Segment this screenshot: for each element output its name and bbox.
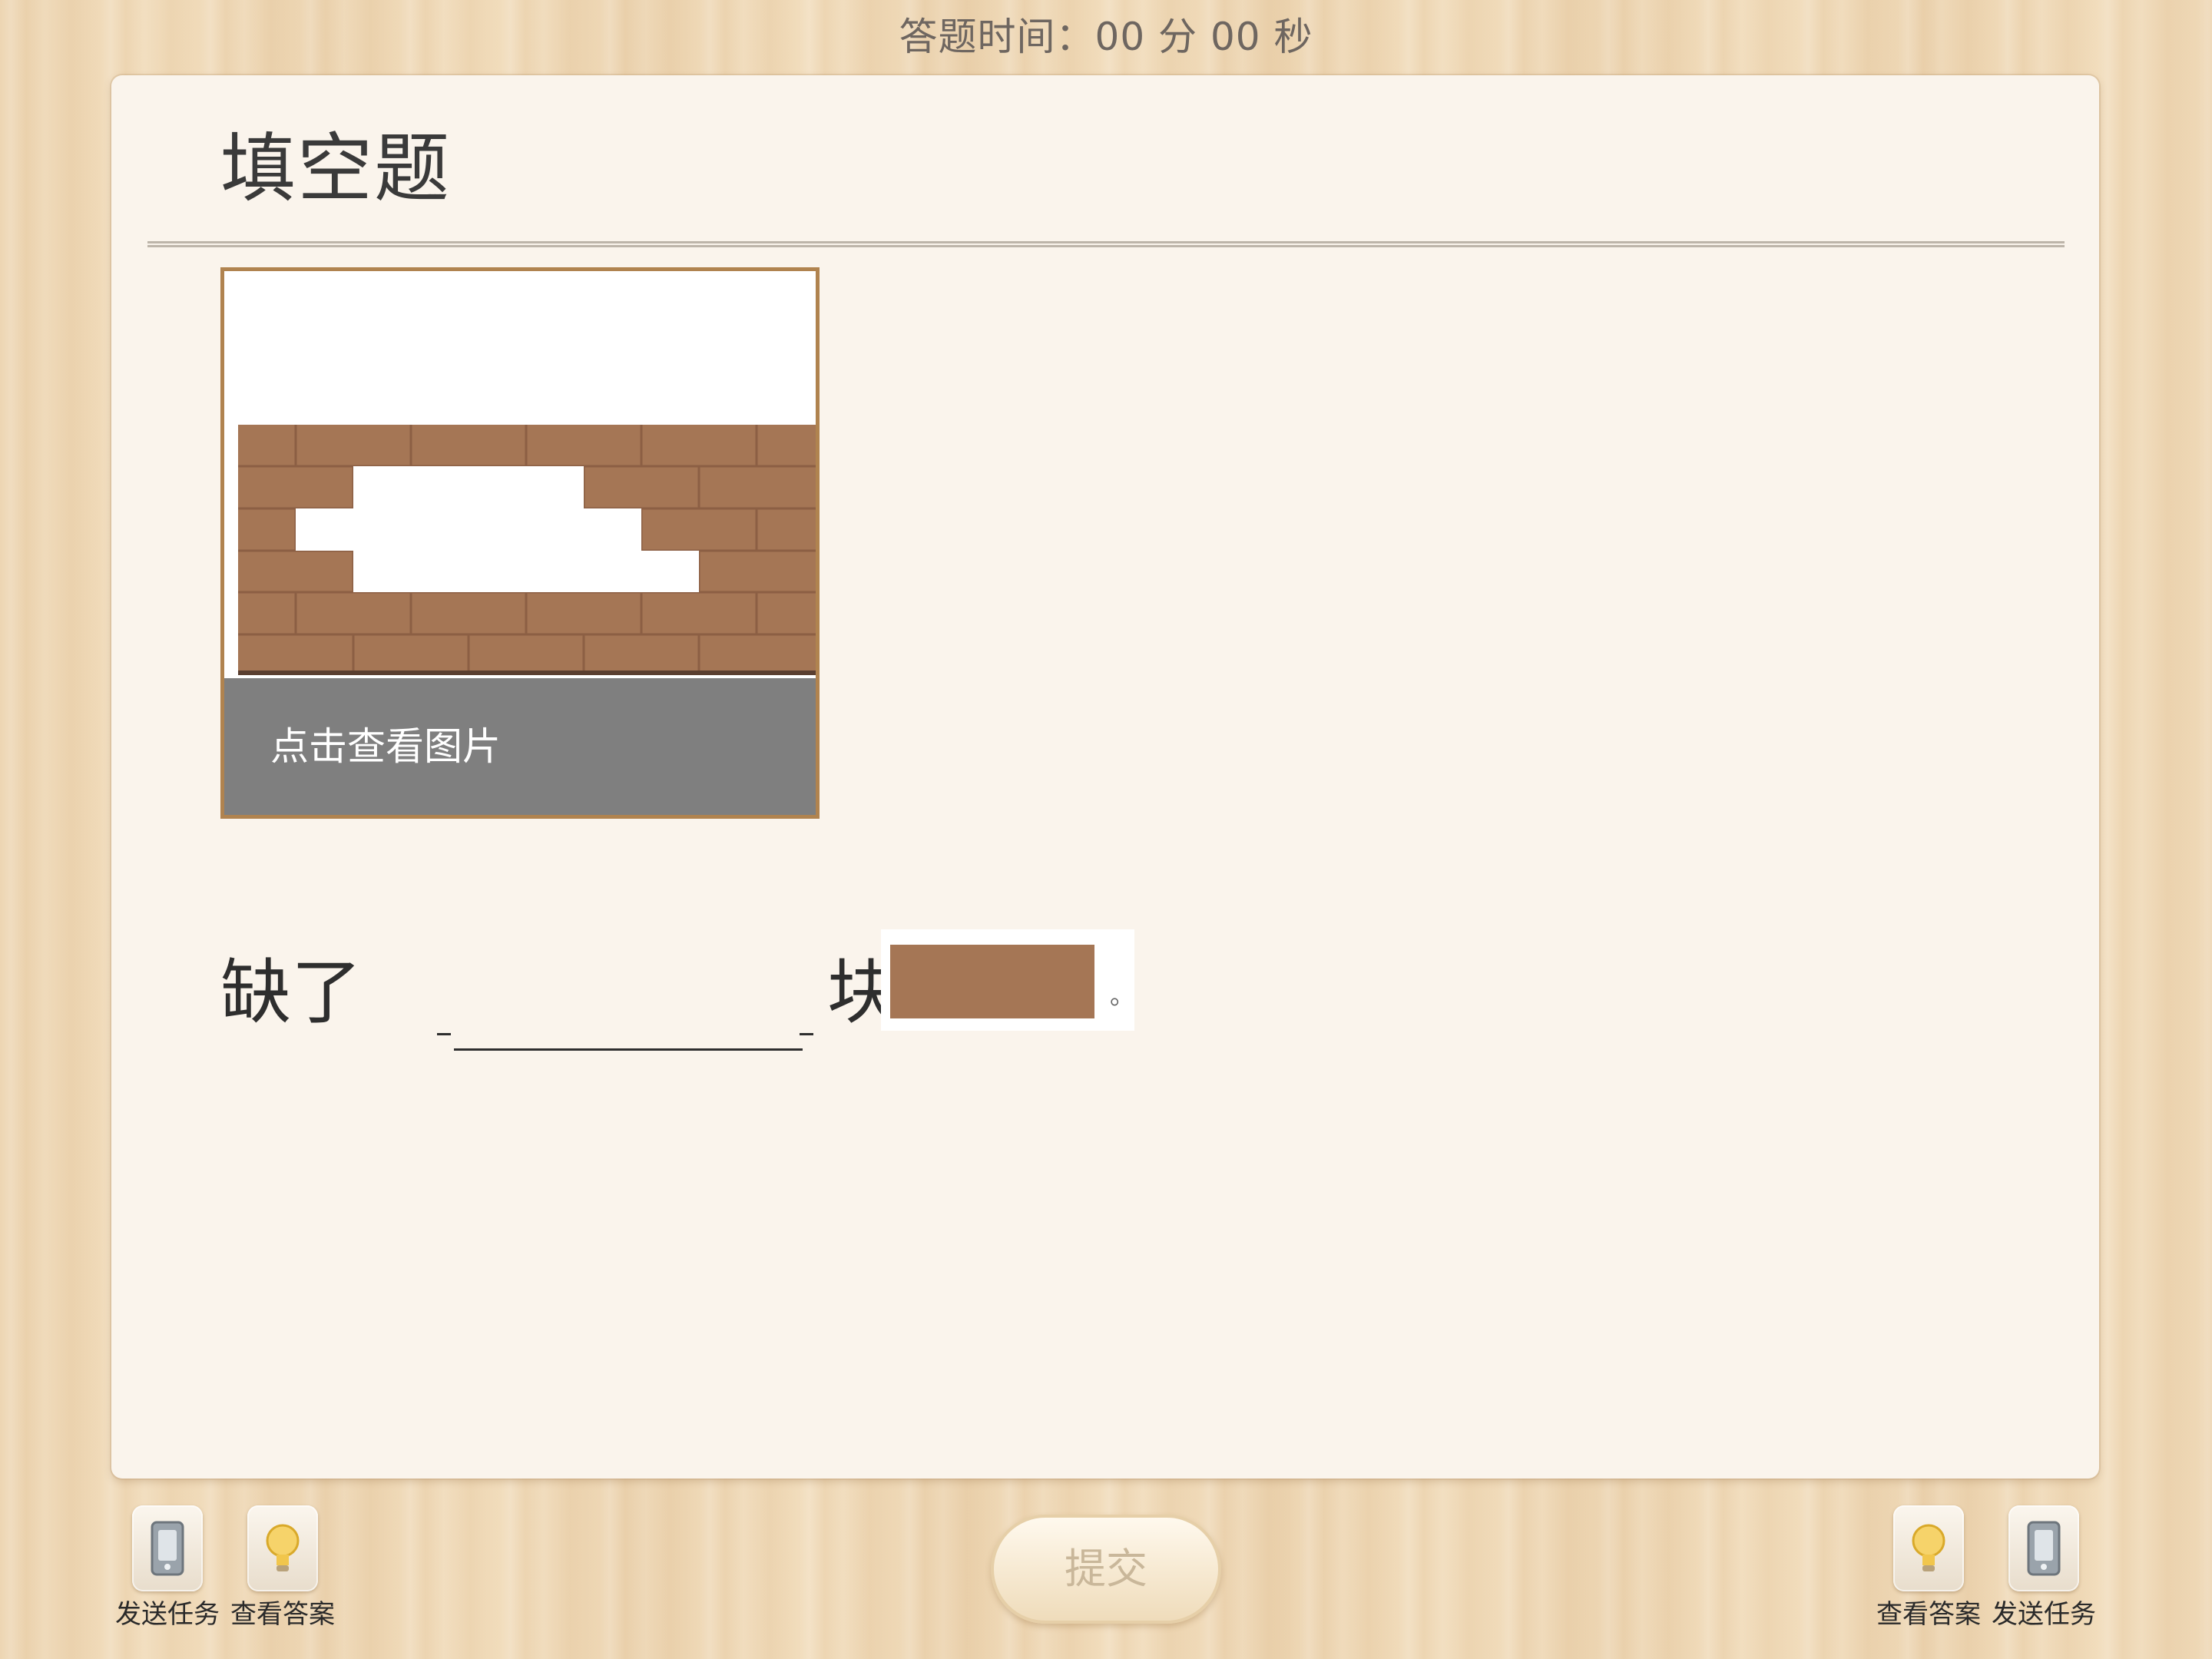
view-answer-label: 查看答案 bbox=[230, 1599, 335, 1630]
answer-blank-input[interactable] bbox=[437, 932, 813, 1055]
send-task-label: 发送任务 bbox=[1992, 1599, 2096, 1630]
sentence-period: 。 bbox=[1110, 981, 1135, 1010]
phone-icon bbox=[2008, 1505, 2079, 1591]
blank-start-mark bbox=[437, 1033, 451, 1035]
question-type-title: 填空题 bbox=[220, 125, 452, 213]
submit-button[interactable]: 提交 bbox=[991, 1515, 1221, 1624]
brick-sample-image: 。 bbox=[881, 929, 1134, 1031]
send-task-label: 发送任务 bbox=[115, 1599, 220, 1630]
bulb-icon bbox=[247, 1505, 318, 1591]
answer-timer: 答题时间：00 分 00 秒 bbox=[899, 15, 1313, 59]
title-divider bbox=[147, 241, 2065, 247]
view-image-caption[interactable]: 点击查看图片 bbox=[224, 678, 816, 815]
question-image-thumbnail[interactable]: 点击查看图片 bbox=[220, 267, 820, 819]
send-task-button-right[interactable]: 发送任务 bbox=[1992, 1505, 2096, 1630]
blank-underline bbox=[454, 1048, 803, 1051]
bulb-icon bbox=[1893, 1505, 1964, 1591]
phone-icon bbox=[132, 1505, 203, 1591]
blank-end-mark bbox=[800, 1033, 813, 1035]
brick-swatch bbox=[890, 945, 1094, 1018]
view-answer-label: 查看答案 bbox=[1876, 1599, 1981, 1630]
question-card: 填空题 点击查看图片 缺了 块 。 bbox=[111, 75, 2099, 1479]
view-answer-button-right[interactable]: 查看答案 bbox=[1876, 1505, 1981, 1630]
sentence-prefix: 缺了 bbox=[220, 952, 363, 1034]
send-task-button-left[interactable]: 发送任务 bbox=[115, 1505, 220, 1630]
brick-wall-image bbox=[238, 425, 816, 675]
view-answer-button-left[interactable]: 查看答案 bbox=[230, 1505, 335, 1630]
